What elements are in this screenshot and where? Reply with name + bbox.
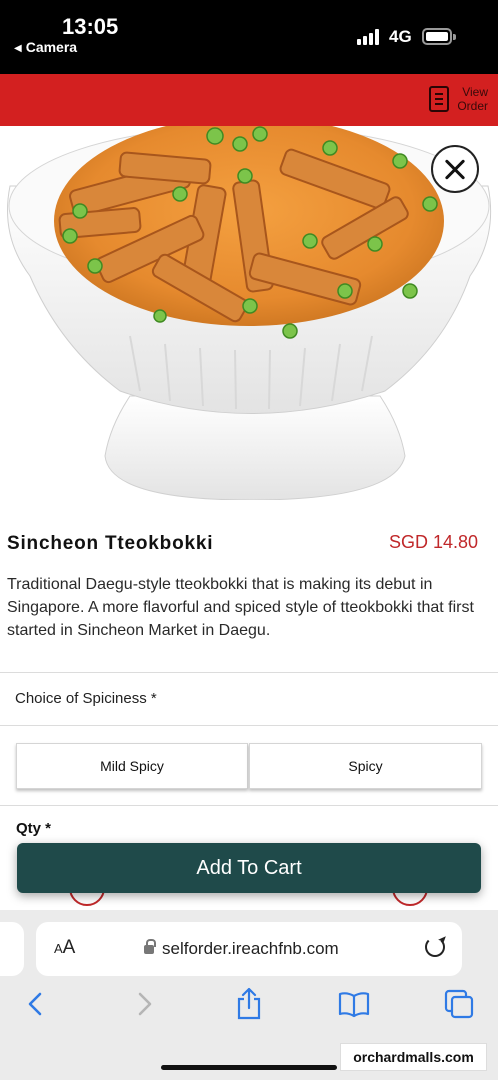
option-mild-spicy[interactable]: Mild Spicy [16,743,248,789]
add-to-cart-button[interactable]: Add To Cart [17,843,481,893]
tteokbokki-bowl-icon [7,126,492,500]
lock-icon [144,939,156,954]
option-spicy[interactable]: Spicy [249,743,482,789]
tabs-icon[interactable] [439,984,479,1024]
status-bar: 13:05 ◀ Camera 4G [0,0,498,74]
share-icon[interactable] [229,984,269,1024]
item-image [0,126,498,500]
divider [0,725,498,726]
battery-icon [422,28,456,45]
status-time: 13:05 [62,14,119,39]
back-chevron-icon[interactable] [16,984,56,1024]
reload-icon[interactable] [425,937,445,957]
home-indicator [161,1065,337,1070]
url-text: selforder.ireachfnb.com [162,939,339,958]
view-order-label-line2: Order [457,99,488,113]
item-name: Sincheon Tteokbokki [7,533,214,554]
previous-tab-preview[interactable] [0,922,24,976]
signal-icon [357,29,381,45]
item-price: SGD 14.80 [388,532,478,552]
app-header: View Order [0,74,498,126]
reader-aa-button[interactable]: AA [54,937,75,959]
divider [0,672,498,673]
address-bar[interactable]: AA selforder.ireachfnb.com [36,922,462,976]
bookmarks-icon[interactable] [334,984,374,1024]
forward-chevron-icon[interactable] [124,984,164,1024]
divider [0,805,498,806]
close-icon[interactable] [431,145,479,193]
back-triangle-icon: ◀ [14,43,22,54]
back-app-label: Camera [25,39,78,55]
back-to-app-link[interactable]: ◀ Camera [14,39,77,55]
item-description: Traditional Daegu-style tteokbokki that … [7,576,474,639]
view-order-label-line1: View [462,85,488,99]
watermark: orchardmalls.com [340,1043,487,1071]
spiciness-label: Choice of Spiciness * [15,690,157,707]
network-type: 4G [389,27,412,46]
qty-label: Qty * [16,820,52,837]
order-receipt-icon [429,86,450,112]
view-order-button[interactable]: View Order [429,85,488,113]
